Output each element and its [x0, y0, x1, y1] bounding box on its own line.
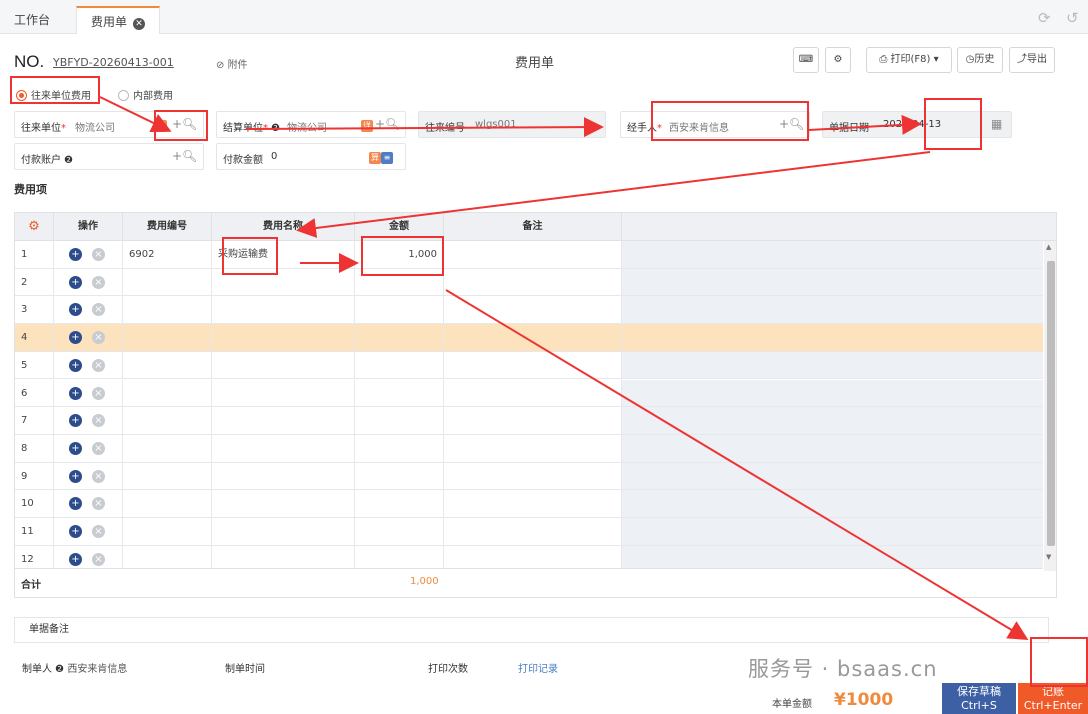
annotation-arrows	[99, 96, 1029, 641]
